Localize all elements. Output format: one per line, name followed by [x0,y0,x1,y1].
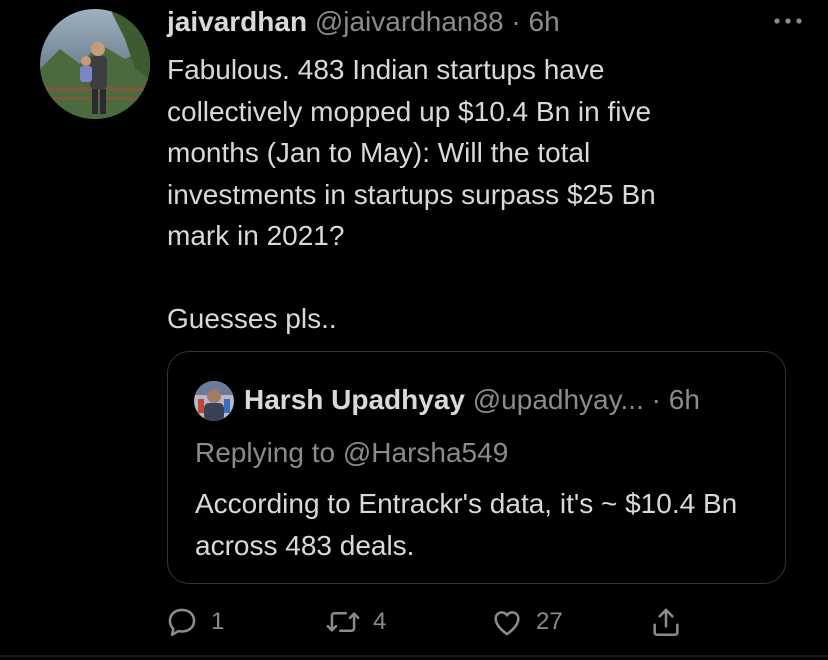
quoted-author-avatar[interactable] [194,381,234,421]
tweet-actions: 1 4 27 [165,600,805,644]
more-icon[interactable] [768,6,808,36]
reply-button[interactable]: 1 [165,600,224,644]
share-icon [649,605,683,639]
author-avatar[interactable] [40,9,150,119]
retweet-count: 4 [373,608,387,635]
quoted-author-name[interactable]: Harsh Upadhyay [244,384,465,415]
retweet-button[interactable]: 4 [325,600,386,644]
retweet-icon [325,605,361,639]
meta-separator: · [503,6,529,37]
author-handle[interactable]: @jaivardhan88 [315,6,504,37]
tweet-header: jaivardhan @jaivardhan88 · 6h [167,4,560,40]
reply-count: 1 [211,608,225,635]
reply-icon [165,605,199,639]
quoted-tweet-time[interactable]: 6h [669,384,700,415]
quoted-meta-separator: · [643,384,669,415]
author-name[interactable]: jaivardhan [167,6,307,37]
quoted-author-handle[interactable]: @upadhyay... [473,384,644,415]
share-button[interactable] [649,600,683,644]
like-count: 27 [536,608,563,635]
quoted-tweet-header: Harsh Upadhyay @upadhyay... · 6h [244,382,700,418]
like-button[interactable]: 27 [490,600,563,644]
quoted-tweet[interactable]: Harsh Upadhyay @upadhyay... · 6h Replyin… [167,351,786,584]
divider [0,655,828,657]
tweet-time[interactable]: 6h [529,6,560,37]
heart-icon [490,605,524,639]
replying-to[interactable]: Replying to @Harsha549 [195,435,508,471]
quoted-tweet-text: According to Entrackr's data, it's ~ $10… [195,488,738,561]
tweet-text: Fabulous. 483 Indian startups have colle… [167,54,656,334]
